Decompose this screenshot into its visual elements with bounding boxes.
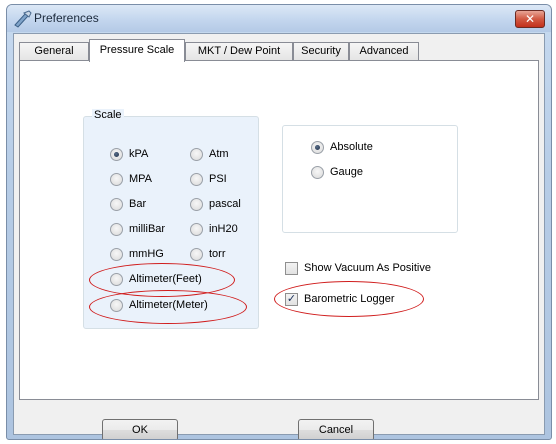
tab-pressure-scale[interactable]: Pressure Scale [89,39,185,62]
radio-button-icon[interactable] [190,197,203,211]
radio-mmhg[interactable]: mmHG [110,247,164,263]
pressure-scale-panel: Scale kPA MPA Bar milliBar mmHG Altimete [19,60,539,400]
radio-button-icon[interactable] [110,222,123,236]
close-icon: ✕ [524,12,536,26]
radio-millibar[interactable]: milliBar [110,222,165,238]
radio-absolute[interactable]: Absolute [311,140,373,156]
radio-button-icon[interactable] [110,147,123,161]
show-vacuum-checkbox[interactable]: Show Vacuum As Positive [285,261,431,277]
radio-inh20[interactable]: inH20 [190,222,238,238]
cancel-button[interactable]: Cancel [298,419,374,439]
scale-groupbox: Scale kPA MPA Bar milliBar mmHG Altimete [83,109,259,329]
radio-button-icon[interactable] [110,247,123,261]
highlight-ellipse-barometric-logger [274,281,424,317]
tab-security[interactable]: Security [293,42,349,61]
tab-mkt-dew-point[interactable]: MKT / Dew Point [185,42,293,61]
title-bar[interactable]: Preferences ✕ [7,5,551,32]
radio-kpa[interactable]: kPA [110,147,148,163]
highlight-ellipse-altimeter-meter [89,290,247,324]
radio-psi[interactable]: PSI [190,172,227,188]
radio-bar[interactable]: Bar [110,197,146,213]
radio-button-icon[interactable] [311,165,324,179]
radio-button-icon[interactable] [190,172,203,186]
radio-button-icon[interactable] [311,140,324,154]
radio-gauge[interactable]: Gauge [311,165,363,181]
radio-button-icon[interactable] [190,247,203,261]
ok-button[interactable]: OK [102,419,178,439]
radio-button-icon[interactable] [190,222,203,236]
close-button[interactable]: ✕ [515,10,545,28]
window-title: Preferences [34,11,99,25]
preferences-window: Preferences ✕ General Pressure Scale MKT… [6,4,552,440]
radio-button-icon[interactable] [110,172,123,186]
radio-button-icon[interactable] [190,147,203,161]
radio-mpa[interactable]: MPA [110,172,152,188]
tab-general[interactable]: General [19,42,89,61]
radio-atm[interactable]: Atm [190,147,229,163]
scale-group-legend: Scale [92,109,124,121]
dialog-client: General Pressure Scale MKT / Dew Point S… [13,33,545,439]
mode-groupbox: Absolute Gauge [282,125,458,233]
radio-pascal[interactable]: pascal [190,197,241,213]
tab-advanced[interactable]: Advanced [349,42,419,61]
radio-button-icon[interactable] [110,197,123,211]
preferences-app-icon [14,10,32,28]
radio-torr[interactable]: torr [190,247,226,263]
checkbox-box-icon[interactable] [285,261,298,275]
